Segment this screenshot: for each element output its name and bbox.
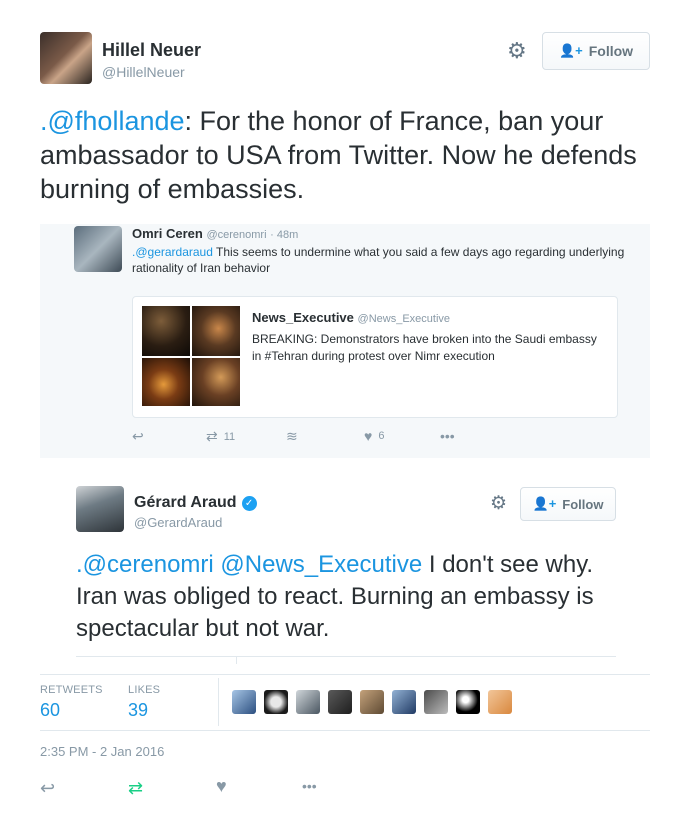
more-icon[interactable]: ••• <box>302 778 317 794</box>
liker-avatar[interactable] <box>488 690 512 714</box>
reply-mention-2[interactable]: @News_Executive <box>220 551 422 578</box>
reply-action[interactable]: ↩ <box>132 428 144 445</box>
follow-button[interactable]: 👤+ Follow <box>542 32 650 70</box>
inner-author-name[interactable]: News_Executive <box>252 310 354 325</box>
heart-icon[interactable]: ♥ <box>216 776 227 797</box>
hillel-neuer-avatar[interactable] <box>40 32 92 84</box>
quoted-text: .@gerardaraud This seems to undermine wh… <box>132 244 632 276</box>
author-handle[interactable]: @HillelNeuer <box>102 64 185 80</box>
gear-icon[interactable]: ⚙ <box>507 40 527 62</box>
quoted-time[interactable]: · 48m <box>270 229 298 241</box>
gear-icon[interactable]: ⚙ <box>490 494 507 513</box>
retweets-label[interactable]: RETWEETS <box>40 684 103 696</box>
retweet-icon: ⇄ <box>206 428 218 444</box>
follow-label: Follow <box>562 496 604 512</box>
stack-action[interactable]: ≋ <box>286 428 298 445</box>
stats-top-divider <box>40 674 650 675</box>
quoted-author-name[interactable]: Omri Ceren <box>132 226 203 241</box>
reply-icon[interactable]: ↩ <box>40 778 55 799</box>
inner-text: BREAKING: Demonstrators have broken into… <box>252 332 597 363</box>
liker-avatar[interactable] <box>296 690 320 714</box>
stats-bottom-divider <box>40 730 650 731</box>
inner-author-line: News_Executive @News_Executive <box>252 310 450 325</box>
gerard-araud-avatar[interactable] <box>76 486 124 532</box>
more-action[interactable]: ••• <box>440 428 455 444</box>
verified-badge-icon: ✓ <box>241 495 257 511</box>
more-icon: ••• <box>440 428 455 444</box>
reply-divider-tick <box>236 656 237 664</box>
retweet-icon[interactable]: ⇄ <box>128 778 143 799</box>
liker-avatar[interactable] <box>360 690 384 714</box>
liker-avatar[interactable] <box>392 690 416 714</box>
follow-label: Follow <box>588 43 634 59</box>
reply-text: .@cerenomri @News_Executive I don't see … <box>76 549 621 645</box>
heart-icon: ♥ <box>364 428 373 444</box>
tweet-timestamp[interactable]: 2:35 PM - 2 Jan 2016 <box>40 744 164 759</box>
inner-author-handle[interactable]: @News_Executive <box>358 313 450 325</box>
liker-avatar[interactable] <box>456 690 480 714</box>
media-thumbnail-1[interactable] <box>142 306 190 356</box>
liker-avatar[interactable] <box>264 690 288 714</box>
retweets-value[interactable]: 60 <box>40 700 60 721</box>
liker-avatar[interactable] <box>232 690 256 714</box>
reply-author-handle[interactable]: @GerardAraud <box>134 515 222 530</box>
reply-author-line: Gérard Araud ✓ <box>134 494 257 512</box>
add-user-icon: 👤+ <box>558 43 583 58</box>
likes-value[interactable]: 39 <box>128 700 148 721</box>
mention-link[interactable]: .@fhollande <box>40 106 185 136</box>
follow-button[interactable]: 👤+ Follow <box>520 487 616 521</box>
add-user-icon: 👤+ <box>532 496 557 511</box>
author-name[interactable]: Hillel Neuer <box>102 40 201 61</box>
media-thumbnail-3[interactable] <box>142 358 190 406</box>
stats-vertical-divider <box>218 678 219 726</box>
retweet-count: 11 <box>223 430 236 443</box>
media-thumbnail-2[interactable] <box>192 306 240 356</box>
quoted-author-line: Omri Ceren @cerenomri · 48m <box>132 226 298 241</box>
likes-label[interactable]: LIKES <box>128 684 160 696</box>
liker-avatar[interactable] <box>328 690 352 714</box>
tweet-text: .@fhollande: For the honor of France, ba… <box>40 104 650 206</box>
reply-icon: ↩ <box>132 428 144 444</box>
liker-avatar[interactable] <box>424 690 448 714</box>
stack-icon: ≋ <box>286 428 298 444</box>
reply-mention-1[interactable]: .@cerenomri <box>76 551 214 578</box>
quoted-author-handle[interactable]: @cerenomri <box>206 229 266 241</box>
omri-ceren-avatar[interactable] <box>74 226 122 272</box>
quoted-mention[interactable]: .@gerardaraud <box>132 245 213 259</box>
retweet-action[interactable]: ⇄ 11 <box>206 428 235 445</box>
media-thumbnail-4[interactable] <box>192 358 240 406</box>
reply-author-name[interactable]: Gérard Araud <box>134 494 237 512</box>
like-count: 6 <box>378 430 385 442</box>
reply-divider <box>76 656 616 657</box>
like-action[interactable]: ♥ 6 <box>364 428 384 444</box>
